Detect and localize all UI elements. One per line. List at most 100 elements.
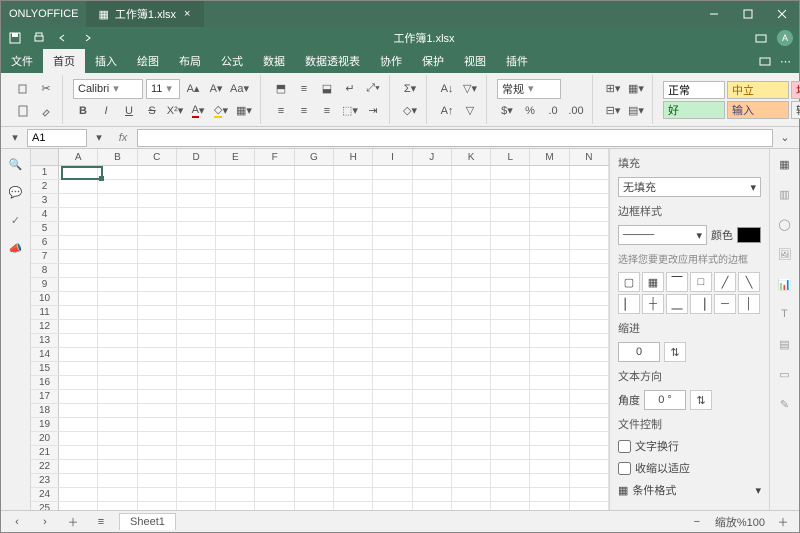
cell[interactable] (216, 208, 255, 221)
cell[interactable] (177, 418, 216, 431)
cell[interactable] (295, 222, 334, 235)
cell[interactable] (59, 292, 98, 305)
cell[interactable] (373, 376, 412, 389)
cell[interactable] (138, 250, 177, 263)
cell[interactable] (295, 236, 334, 249)
cell[interactable] (452, 320, 491, 333)
cell[interactable] (452, 362, 491, 375)
comments-icon[interactable]: 💬 (7, 183, 25, 201)
cell[interactable] (177, 362, 216, 375)
cell[interactable] (295, 180, 334, 193)
row-header[interactable]: 20 (31, 432, 59, 445)
row-header[interactable]: 17 (31, 390, 59, 403)
cell[interactable] (452, 222, 491, 235)
cell[interactable] (413, 446, 452, 459)
cell[interactable] (295, 362, 334, 375)
cell[interactable] (373, 362, 412, 375)
cell[interactable] (138, 404, 177, 417)
cell[interactable] (295, 292, 334, 305)
cell[interactable] (570, 460, 609, 473)
border-color-swatch[interactable] (737, 227, 761, 243)
cell[interactable] (334, 446, 373, 459)
cell[interactable] (491, 502, 530, 510)
cell[interactable] (216, 502, 255, 510)
cell[interactable] (177, 432, 216, 445)
cell[interactable] (255, 194, 294, 207)
cell[interactable] (255, 390, 294, 403)
print-icon[interactable] (31, 30, 47, 46)
cell[interactable] (177, 208, 216, 221)
cell[interactable] (530, 376, 569, 389)
cond-format-button[interactable]: ▦▾ (626, 79, 646, 99)
cell[interactable] (295, 488, 334, 501)
cell[interactable] (98, 180, 137, 193)
cell[interactable] (216, 390, 255, 403)
image-settings-icon[interactable]: 🖼 (776, 245, 794, 263)
column-header[interactable]: H (334, 149, 373, 165)
cell[interactable] (373, 474, 412, 487)
cell[interactable] (216, 320, 255, 333)
zoom-in-button[interactable]: ＋ (773, 512, 793, 532)
insert-cells-button[interactable]: ⊞▾ (603, 79, 623, 99)
increase-font-button[interactable]: A▴ (183, 79, 203, 99)
sum-button[interactable]: Σ▾ (400, 79, 420, 99)
cell[interactable] (216, 488, 255, 501)
cell[interactable] (59, 264, 98, 277)
border-hmid-button[interactable]: ─ (714, 294, 736, 314)
cell[interactable] (177, 376, 216, 389)
cell[interactable] (138, 208, 177, 221)
border-left-button[interactable]: ▏ (618, 294, 640, 314)
save-icon[interactable] (7, 30, 23, 46)
close-button[interactable] (765, 1, 799, 27)
cell[interactable] (138, 320, 177, 333)
cell[interactable] (255, 292, 294, 305)
cell[interactable] (570, 376, 609, 389)
cell[interactable] (295, 166, 334, 179)
cell[interactable] (491, 446, 530, 459)
cell[interactable] (452, 446, 491, 459)
cell[interactable] (255, 334, 294, 347)
cell[interactable] (98, 166, 137, 179)
cell[interactable] (255, 376, 294, 389)
column-header[interactable]: F (255, 149, 294, 165)
cell[interactable] (491, 208, 530, 221)
column-header[interactable]: A (59, 149, 98, 165)
cell[interactable] (334, 292, 373, 305)
cell[interactable] (98, 502, 137, 510)
cell[interactable] (177, 278, 216, 291)
cell[interactable] (373, 222, 412, 235)
cell[interactable] (491, 166, 530, 179)
cell[interactable] (138, 390, 177, 403)
cell[interactable] (570, 446, 609, 459)
fx-label[interactable]: fx (111, 132, 135, 144)
border-style-combo[interactable]: ────▾ (618, 225, 707, 245)
cell[interactable] (413, 348, 452, 361)
style-cell-3[interactable]: 好 (663, 101, 725, 119)
cell[interactable] (295, 348, 334, 361)
cell[interactable] (373, 320, 412, 333)
cell[interactable] (413, 278, 452, 291)
settings-icon[interactable]: ⋯ (780, 55, 791, 68)
namebox-dropdown[interactable]: ▾ (89, 128, 109, 148)
cell[interactable] (177, 348, 216, 361)
cell[interactable] (59, 348, 98, 361)
cell[interactable] (216, 194, 255, 207)
cell[interactable] (255, 250, 294, 263)
cell[interactable] (59, 432, 98, 445)
cell[interactable] (177, 404, 216, 417)
table-settings-icon[interactable]: ▥ (776, 185, 794, 203)
cell[interactable] (530, 474, 569, 487)
cell[interactable] (216, 222, 255, 235)
cell[interactable] (373, 404, 412, 417)
border-outer-button[interactable]: ▢ (618, 272, 640, 292)
cell[interactable] (530, 502, 569, 510)
cell[interactable] (59, 222, 98, 235)
signature-icon[interactable]: ✎ (776, 395, 794, 413)
cell[interactable] (530, 446, 569, 459)
row-header[interactable]: 1 (31, 166, 59, 179)
cell[interactable] (491, 362, 530, 375)
row-header[interactable]: 16 (31, 376, 59, 389)
cell[interactable] (59, 390, 98, 403)
cell[interactable] (491, 418, 530, 431)
row-header[interactable]: 14 (31, 348, 59, 361)
